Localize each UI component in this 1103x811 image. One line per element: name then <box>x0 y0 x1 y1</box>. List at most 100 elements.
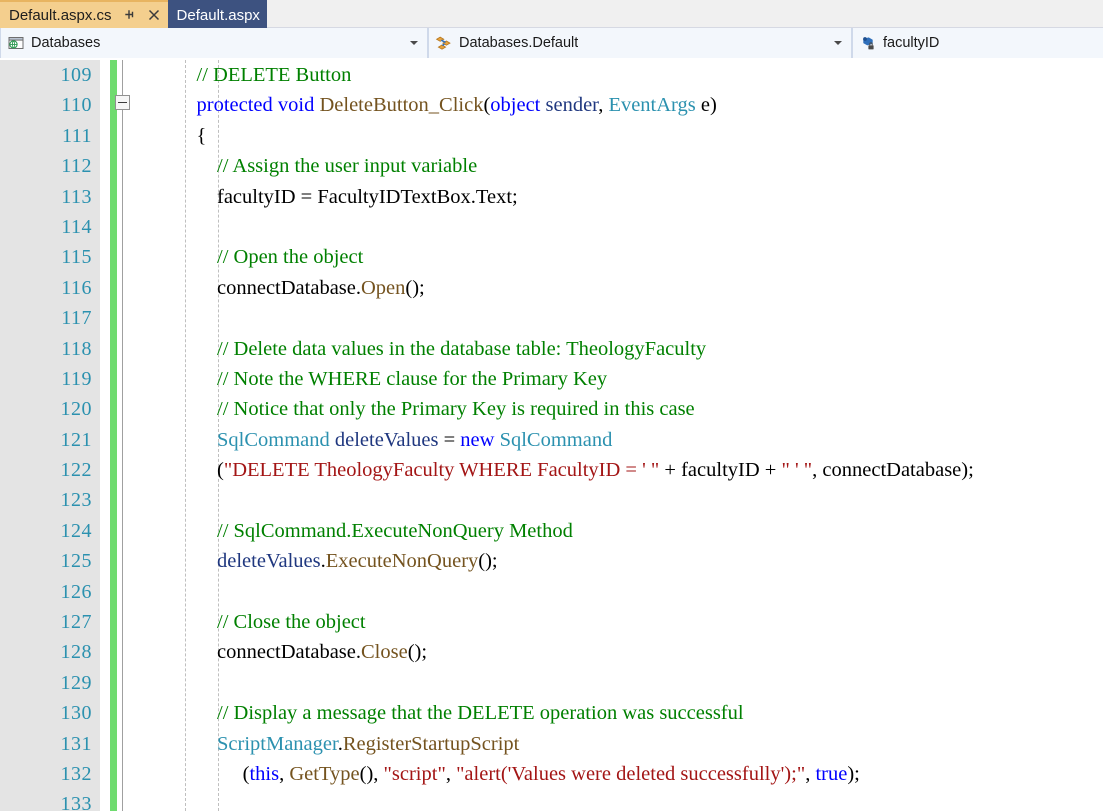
code-token: this <box>249 762 280 785</box>
code-lines-container[interactable]: 109 // DELETE Button 110 protected void D… <box>0 60 1103 811</box>
code-line[interactable]: 120 // Notice that only the Primary Key … <box>0 394 1103 424</box>
line-number: 124 <box>60 519 92 542</box>
code-line[interactable]: 114 <box>0 212 1103 242</box>
private-field-icon <box>859 34 877 52</box>
visual-studio-editor-window: Default.aspx.cs Default.aspx Databases D… <box>0 0 1103 811</box>
document-tab-default-aspx[interactable]: Default.aspx <box>167 0 267 28</box>
code-token: { <box>176 124 207 147</box>
code-editor-surface[interactable]: 109 // DELETE Button 110 protected void D… <box>0 60 1103 811</box>
code-token: "script" <box>383 762 446 785</box>
document-tab-label: Default.aspx.cs <box>9 6 112 24</box>
code-token: GetType <box>289 762 360 785</box>
code-line[interactable]: 111 { <box>0 121 1103 151</box>
line-number: 119 <box>61 367 92 390</box>
code-line[interactable]: 124 // SqlCommand.ExecuteNonQuery Method <box>0 516 1103 546</box>
code-line-text: facultyID = FacultyIDTextBox.Text; <box>176 182 518 212</box>
code-line[interactable]: 122 ("DELETE TheologyFaculty WHERE Facul… <box>0 455 1103 485</box>
code-line-text: // Delete data values in the database ta… <box>176 334 706 364</box>
code-token: // Notice that only the Primary Key is r… <box>217 398 695 421</box>
code-line[interactable]: 131 ScriptManager.RegisterStartupScript <box>0 729 1103 759</box>
line-number: 117 <box>61 307 92 330</box>
code-line[interactable]: 118 // Delete data values in the databas… <box>0 334 1103 364</box>
code-token: (); <box>407 641 428 664</box>
line-number: 113 <box>61 185 92 208</box>
code-token: SqlCommand <box>499 428 613 451</box>
code-line[interactable]: 113 facultyID = FacultyIDTextBox.Text; <box>0 182 1103 212</box>
line-number: 110 <box>61 94 92 117</box>
code-line[interactable]: 115 // Open the object <box>0 242 1103 272</box>
code-token: ( <box>176 459 224 482</box>
code-line-text: ("DELETE TheologyFaculty WHERE FacultyID… <box>176 455 974 485</box>
code-token: true <box>815 762 848 785</box>
code-line[interactable]: 119 // Note the WHERE clause for the Pri… <box>0 364 1103 394</box>
line-number: 127 <box>60 611 92 634</box>
code-line[interactable]: 121 SqlCommand deleteValues = new SqlCom… <box>0 425 1103 455</box>
code-token: RegisterStartupScript <box>342 732 520 755</box>
line-number: 132 <box>60 762 92 785</box>
code-token: DeleteButton_Click <box>319 94 484 117</box>
code-line[interactable]: 110 protected void DeleteButton_Click(ob… <box>0 90 1103 120</box>
chevron-down-icon[interactable] <box>410 41 418 45</box>
code-token: connectDatabase. <box>176 641 361 664</box>
code-line[interactable]: 123 <box>0 485 1103 515</box>
code-line-text: // DELETE Button <box>176 60 352 90</box>
code-line[interactable]: 112 // Assign the user input variable <box>0 151 1103 181</box>
code-line[interactable]: 126 <box>0 577 1103 607</box>
member-dropdown[interactable]: facultyID <box>852 28 1103 58</box>
line-number: 133 <box>60 793 92 811</box>
document-tab-default-aspx-cs[interactable]: Default.aspx.cs <box>0 0 168 28</box>
close-icon[interactable] <box>147 7 161 23</box>
code-line-text: connectDatabase.Open(); <box>176 273 425 303</box>
code-token: + facultyID + <box>659 459 782 482</box>
line-number: 115 <box>61 246 92 269</box>
code-line-text: SqlCommand deleteValues = new SqlCommand <box>176 425 612 455</box>
code-token: "DELETE TheologyFaculty WHERE FacultyID … <box>223 459 660 482</box>
code-token: (); <box>478 550 498 573</box>
code-line-text: protected void DeleteButton_Click(object… <box>176 90 717 120</box>
project-dropdown-value: Databases <box>31 35 101 51</box>
code-line-text: connectDatabase.Close(); <box>176 637 427 667</box>
code-line[interactable]: 128 connectDatabase.Close(); <box>0 637 1103 667</box>
code-token: new <box>460 428 495 451</box>
code-line[interactable]: 117 <box>0 303 1103 333</box>
code-line-text: // Display a message that the DELETE ope… <box>176 698 744 728</box>
line-number: 120 <box>60 398 92 421</box>
line-number: 128 <box>60 641 92 664</box>
code-line[interactable]: 109 // DELETE Button <box>0 60 1103 90</box>
code-line-text: ScriptManager.RegisterStartupScript <box>176 729 519 759</box>
code-line-text: deleteValues.ExecuteNonQuery(); <box>176 546 498 576</box>
code-token: // Open the object <box>217 246 364 269</box>
web-class-icon <box>7 34 25 52</box>
code-token: ); <box>847 762 860 785</box>
code-line[interactable]: 127 // Close the object <box>0 607 1103 637</box>
line-number: 116 <box>61 276 92 299</box>
code-token: // Display a message that the DELETE ope… <box>217 702 744 725</box>
code-token: // Assign the user input variable <box>217 155 478 178</box>
code-line[interactable]: 125 deleteValues.ExecuteNonQuery(); <box>0 546 1103 576</box>
code-token: EventArgs <box>608 94 696 117</box>
code-line[interactable]: 132 (this, GetType(), "script", "alert('… <box>0 759 1103 789</box>
code-token: // DELETE Button <box>196 64 352 86</box>
line-number: 121 <box>60 428 92 451</box>
chevron-down-icon[interactable] <box>834 41 842 45</box>
code-line[interactable]: 133 <box>0 789 1103 811</box>
project-dropdown[interactable]: Databases <box>0 28 428 58</box>
code-line[interactable]: 130 // Display a message that the DELETE… <box>0 698 1103 728</box>
code-line[interactable]: 116 connectDatabase.Open(); <box>0 273 1103 303</box>
code-token: protected <box>196 94 273 117</box>
code-token: , <box>445 762 457 785</box>
type-dropdown[interactable]: Databases.Default <box>428 28 852 58</box>
code-token: Open <box>361 276 406 299</box>
pin-icon[interactable] <box>123 7 137 23</box>
code-token: ExecuteNonQuery <box>325 550 479 573</box>
code-token: ScriptManager <box>217 732 338 755</box>
code-token: object <box>490 94 541 117</box>
code-line[interactable]: 129 <box>0 668 1103 698</box>
code-token: (), <box>359 762 384 785</box>
code-line-text: // Assign the user input variable <box>176 151 477 181</box>
code-line-text: // Note the WHERE clause for the Primary… <box>176 364 607 394</box>
